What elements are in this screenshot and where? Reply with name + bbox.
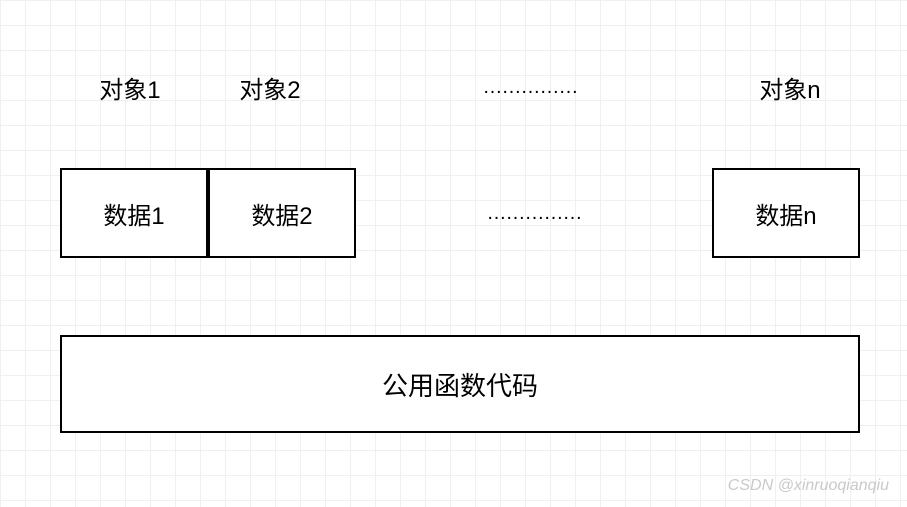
data-boxes-row: 数据1 数据2 …………… 数据n	[60, 168, 860, 258]
data-box-1: 数据1	[60, 168, 208, 258]
object-label-n: 对象n	[720, 70, 860, 105]
object-label-2: 对象2	[200, 70, 340, 105]
watermark-text: CSDN @xinruoqianqiu	[728, 477, 889, 495]
data-box-ellipsis: ……………	[356, 202, 712, 225]
shared-function-box: 公用函数代码	[60, 335, 860, 433]
data-box-2: 数据2	[208, 168, 356, 258]
data-box-n: 数据n	[712, 168, 860, 258]
object-label-1: 对象1	[60, 70, 200, 105]
object-labels-row: 对象1 对象2 …………… 对象n	[60, 70, 860, 105]
object-label-ellipsis: ……………	[340, 76, 720, 99]
